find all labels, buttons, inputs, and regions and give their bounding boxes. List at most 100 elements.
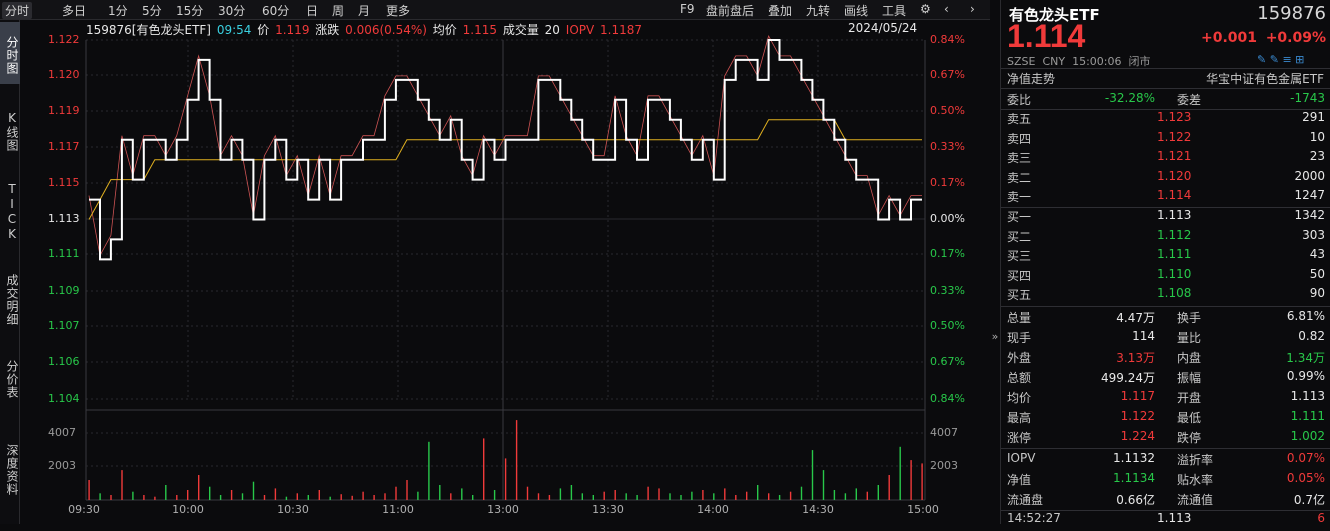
volume-bar: [789, 491, 792, 500]
volume-bar: [428, 441, 430, 500]
volume-bar: [198, 475, 200, 500]
ask-row[interactable]: 卖三 1.121 23: [1007, 149, 1325, 169]
stat-value: 1.113: [1290, 389, 1325, 403]
bid-label: 买二: [1007, 229, 1032, 244]
volume-bar: [285, 496, 288, 500]
tick-row: 14:52:27 1.113 6: [1007, 511, 1325, 531]
volume-bar: [110, 495, 112, 500]
volume-bar: [439, 485, 441, 500]
stats-row: 涨停 1.224 跌停 1.002: [1007, 429, 1325, 449]
volume-bar: [603, 491, 605, 500]
volume-bar: [230, 490, 233, 500]
ask-volume: 10: [1309, 129, 1325, 144]
bid-volume: 1342: [1294, 208, 1325, 222]
etf-label: 净值: [1007, 473, 1032, 487]
volume-bar: [384, 493, 386, 500]
bid-row[interactable]: 买二 1.112 303: [1007, 228, 1325, 248]
price-line: [89, 39, 922, 261]
etf-label: IOPV: [1007, 451, 1036, 465]
stat-label: 开盘: [1177, 391, 1202, 405]
volume-bar: [450, 493, 452, 500]
price-change-pct: +0.09%: [1265, 30, 1326, 46]
bid-row[interactable]: 买三 1.111 43: [1007, 247, 1325, 267]
bid-label: 买五: [1007, 288, 1032, 303]
stat-label: 最高: [1007, 411, 1032, 425]
bid-row[interactable]: 买五 1.108 90: [1007, 286, 1325, 306]
bid-volume: 90: [1309, 286, 1325, 301]
bid-label: 买三: [1007, 249, 1032, 264]
ask-label: 卖二: [1007, 170, 1032, 185]
volume-bar: [219, 495, 222, 500]
etf-label: 流通盘: [1007, 493, 1044, 507]
stats-row: 均价 1.117 开盘 1.113: [1007, 389, 1325, 409]
bid-row[interactable]: 买一 1.113 1342: [1007, 208, 1325, 228]
volume-bar: [274, 488, 277, 500]
tick-vol: 6: [1317, 511, 1325, 525]
volume-bar: [340, 494, 342, 500]
ask-row[interactable]: 卖四 1.122 10: [1007, 130, 1325, 150]
ask-row[interactable]: 卖二 1.120 2000: [1007, 169, 1325, 189]
volume-bar: [307, 495, 309, 500]
stat-value: 0.82: [1298, 329, 1325, 343]
etf-value: 0.66亿: [1116, 493, 1155, 507]
volume-bar: [493, 490, 496, 500]
bid-volume: 50: [1309, 266, 1325, 281]
order-ratio-row: 委比 -32.28% 委差 -1743: [1007, 91, 1325, 111]
bid-row[interactable]: 买四 1.110 50: [1007, 267, 1325, 287]
toolbar-icons: ✎ ✎ ≡ ⊞: [1257, 53, 1304, 66]
volume-bar: [132, 491, 134, 500]
volume-bar: [504, 458, 507, 500]
ask-label: 卖一: [1007, 190, 1032, 204]
etf-row: 净值 1.1134 贴水率 0.05%: [1007, 471, 1325, 491]
stat-label: 涨停: [1007, 431, 1032, 445]
volume-bar: [515, 420, 518, 500]
stat-label: 振幅: [1177, 371, 1202, 385]
list-icon[interactable]: ≡: [1282, 53, 1291, 66]
weicha-label: 委差: [1177, 93, 1202, 107]
pin-icon[interactable]: ✎: [1270, 53, 1279, 66]
stats-row: 现手 114 量比 0.82: [1007, 329, 1325, 349]
market-code: SZSE: [1007, 55, 1036, 68]
volume-bar: [99, 493, 101, 500]
ask-row[interactable]: 卖五 1.123 291: [1007, 110, 1325, 130]
stat-value: 1.111: [1290, 409, 1325, 423]
stats-row: 最高 1.122 最低 1.111: [1007, 409, 1325, 429]
volume-bar: [296, 493, 298, 500]
intraday-chart[interactable]: [0, 0, 990, 524]
volume-bar: [822, 470, 825, 500]
volume-bar: [888, 475, 890, 500]
stats-row: 外盘 3.13万 内盘 1.34万: [1007, 349, 1325, 369]
volume-bar: [636, 495, 638, 500]
expand-icon[interactable]: ⊞: [1295, 53, 1304, 66]
index-name[interactable]: 华宝中证有色金属ETF: [1206, 70, 1324, 87]
stat-label: 总量: [1007, 311, 1032, 325]
volume-bar: [866, 491, 868, 500]
ask-row[interactable]: 卖一 1.114 1247: [1007, 188, 1325, 208]
etf-value: 0.7亿: [1293, 493, 1325, 507]
ask-volume: 1247: [1294, 188, 1325, 202]
collapse-panel-icon[interactable]: »: [990, 330, 1000, 354]
stat-value: 1.122: [1120, 409, 1155, 423]
volume-bar: [855, 488, 857, 500]
nav-trend-link[interactable]: 净值走势: [1007, 70, 1055, 87]
etf-value: 1.1132: [1113, 451, 1155, 465]
market-status: 闭市: [1128, 55, 1151, 68]
volume-bar: [724, 488, 726, 500]
stats-row: 总额 499.24万 振幅 0.99%: [1007, 369, 1325, 389]
etf-value: 1.1134: [1113, 471, 1155, 485]
volume-bar: [658, 488, 660, 500]
ask-volume: 2000: [1294, 168, 1325, 183]
edit-icon[interactable]: ✎: [1257, 53, 1266, 66]
weicha-value: -1743: [1290, 91, 1325, 105]
stat-label: 跌停: [1177, 431, 1202, 445]
stats-row: 总量 4.47万 换手 6.81%: [1007, 309, 1325, 329]
volume-bar: [669, 493, 671, 500]
avg-price-line: [88, 119, 922, 220]
volume-bar: [592, 495, 594, 500]
etf-label: 流通值: [1177, 493, 1214, 507]
ask-label: 卖四: [1007, 131, 1032, 146]
volume-bar: [461, 488, 463, 500]
etf-row: 流通盘 0.66亿 流通值 0.7亿: [1007, 491, 1325, 511]
volume-bar: [614, 490, 616, 500]
ask-label: 卖三: [1007, 151, 1032, 165]
